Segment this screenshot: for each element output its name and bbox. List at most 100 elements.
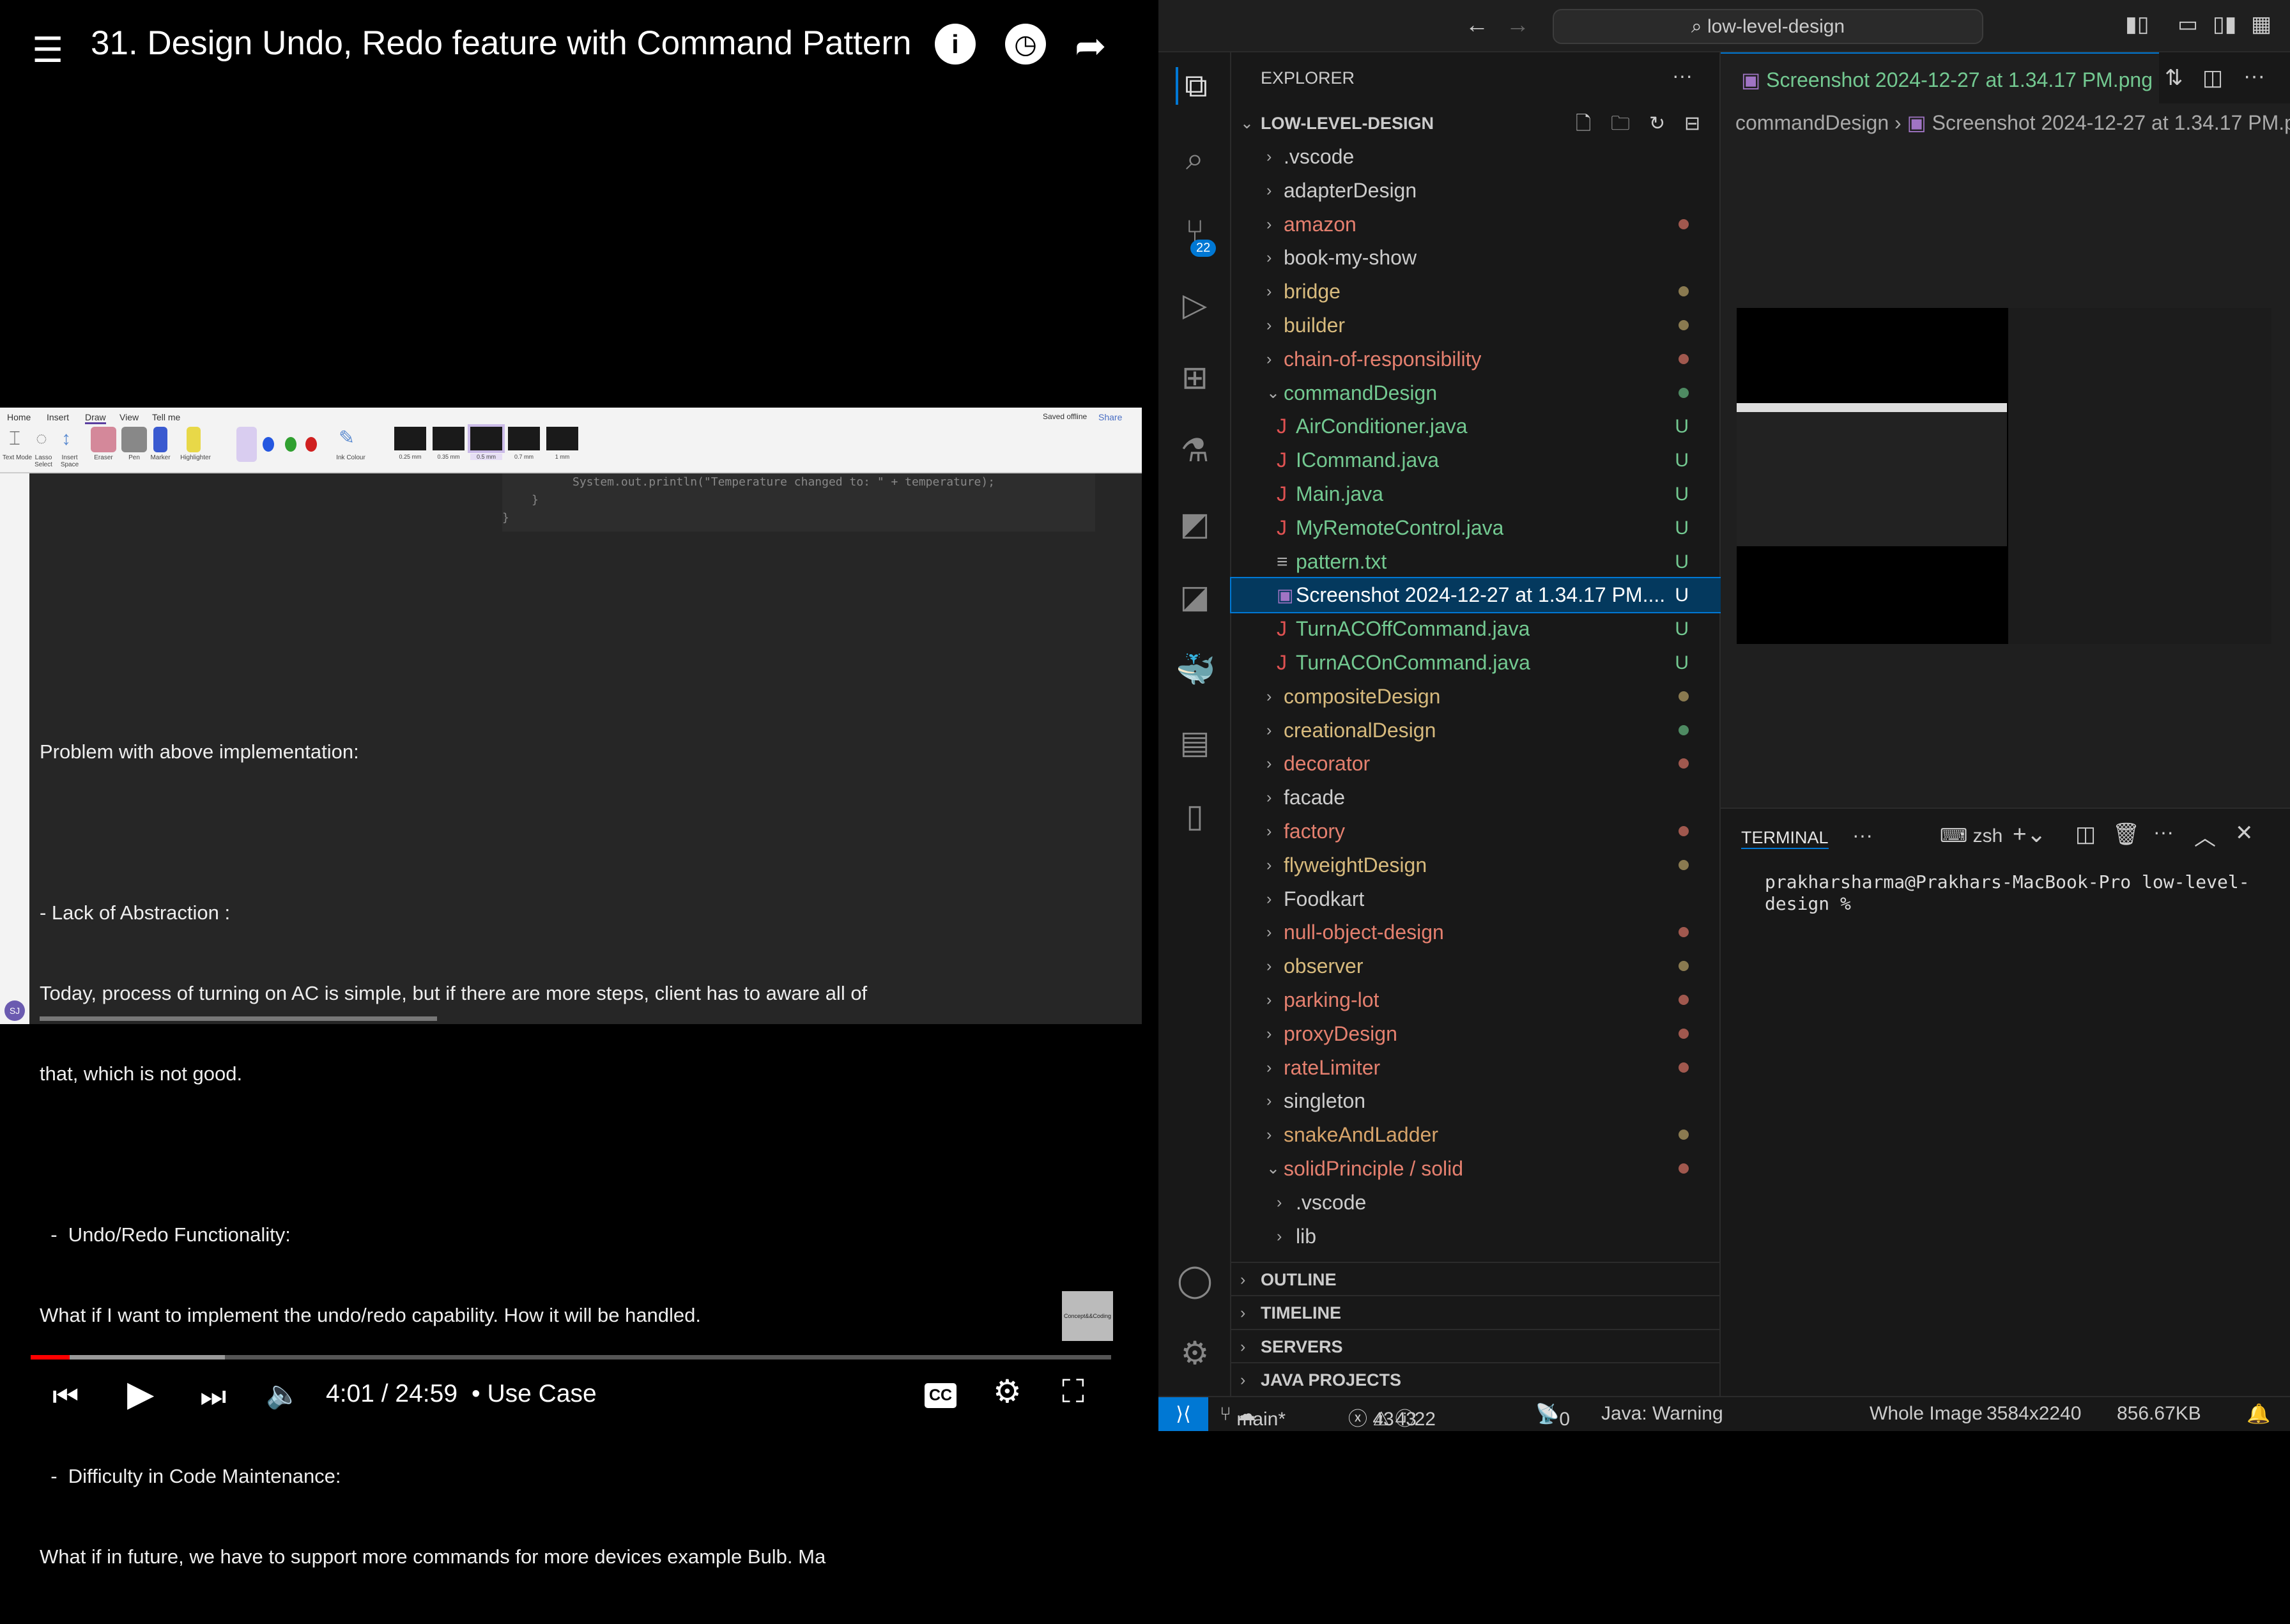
tree-item[interactable]: › amazon xyxy=(1231,208,1721,241)
search-icon[interactable]: ⌕ xyxy=(1176,140,1214,178)
toggle-secondary-sidebar-icon[interactable]: ▯▮ xyxy=(2213,11,2236,37)
panel-more-icon[interactable]: ··· xyxy=(1852,823,1873,847)
docker-icon[interactable]: 🐳 xyxy=(1176,651,1215,689)
manage-gear-icon[interactable]: ⚙ xyxy=(1176,1335,1214,1372)
workspace-root[interactable]: ⌄ LOW-LEVEL-DESIGN 🗋 🗀 ↻ ⊟ xyxy=(1231,107,1721,141)
tree-item[interactable]: › null-object-design xyxy=(1231,915,1721,949)
image-zoom[interactable]: Whole Image xyxy=(1870,1403,1983,1425)
eraser-tool[interactable] xyxy=(91,427,116,452)
tree-item[interactable]: ⌄ solidPrinciple / solid xyxy=(1231,1152,1721,1186)
close-panel-icon[interactable]: ✕ xyxy=(2235,820,2254,846)
section-servers[interactable]: › SERVERS xyxy=(1231,1329,1721,1363)
tree-item[interactable]: › adapterDesign xyxy=(1231,174,1721,208)
tree-item[interactable]: › .vscode xyxy=(1231,140,1721,174)
new-file-icon[interactable]: 🗋 xyxy=(1576,107,1591,141)
terminal-tab[interactable]: TERMINAL xyxy=(1741,828,1829,849)
tree-item[interactable]: J AirConditioner.java U xyxy=(1231,410,1721,443)
play-icon[interactable]: ▶ xyxy=(127,1373,154,1414)
color-swatch[interactable] xyxy=(305,437,317,452)
watch-later-icon[interactable]: ◷ xyxy=(1005,24,1046,65)
new-terminal-icon[interactable]: +⌄ xyxy=(2013,820,2047,848)
horizontal-scrollbar[interactable] xyxy=(40,1016,437,1021)
pen-size-selected[interactable] xyxy=(468,424,505,453)
remote-icon[interactable]: ⟩⟨ xyxy=(1158,1397,1208,1431)
toggle-panel-icon[interactable]: ▭ xyxy=(2178,11,2198,37)
tree-item[interactable]: › parking-lot xyxy=(1231,983,1721,1017)
pen-size[interactable] xyxy=(546,427,578,450)
tree-item[interactable]: › observer xyxy=(1231,949,1721,983)
section-timeline[interactable]: › TIMELINE xyxy=(1231,1295,1721,1329)
tree-item[interactable]: › proxyDesign xyxy=(1231,1017,1721,1051)
new-folder-icon[interactable]: 🗀 xyxy=(1611,107,1630,141)
color-swatch[interactable] xyxy=(236,427,257,462)
tree-item[interactable]: › factory xyxy=(1231,815,1721,848)
maximize-panel-icon[interactable]: ︿ xyxy=(2194,820,2216,852)
tree-item[interactable]: ⌄ commandDesign xyxy=(1231,376,1721,410)
tree-item[interactable]: › bridge xyxy=(1231,275,1721,309)
tree-item[interactable]: › flyweightDesign xyxy=(1231,848,1721,882)
color-swatch[interactable] xyxy=(263,437,274,452)
highlighter-tool[interactable] xyxy=(187,427,201,452)
tree-item[interactable]: ▣ Screenshot 2024-12-27 at 1.34.17 PM....… xyxy=(1230,577,1722,613)
terraform-cloud-icon[interactable]: ◪ xyxy=(1176,578,1214,615)
info-icon[interactable]: i xyxy=(935,24,976,65)
pen-size[interactable] xyxy=(394,427,426,450)
terraform-icon[interactable]: ◩ xyxy=(1176,505,1214,542)
next-icon[interactable]: ⏭ xyxy=(200,1379,226,1414)
ports-status[interactable]: 📡 0 xyxy=(1535,1403,1570,1430)
progress-bar[interactable] xyxy=(31,1355,1111,1360)
branch-status[interactable]: ⑂ main* ☁ xyxy=(1220,1403,1286,1430)
editor-tab[interactable]: ▣ Screenshot 2024-12-27 at 1.34.17 PM.pn… xyxy=(1721,52,2159,103)
video-player[interactable]: ☰ 31. Design Undo, Redo feature with Com… xyxy=(0,0,1158,1568)
explorer-icon[interactable]: ⧉ xyxy=(1176,67,1214,105)
section-java-projects[interactable]: › JAVA PROJECTS xyxy=(1231,1362,1721,1396)
color-swatch[interactable] xyxy=(285,437,296,452)
captions-icon[interactable]: CC xyxy=(925,1383,957,1408)
tree-item[interactable]: › rateLimiter xyxy=(1231,1051,1721,1085)
command-center-search[interactable]: ⌕ low-level-design xyxy=(1553,9,1983,44)
channel-watermark[interactable]: Concept&&Coding xyxy=(1062,1291,1113,1341)
tree-item[interactable]: J TurnACOffCommand.java U xyxy=(1231,612,1721,646)
tree-item[interactable]: J MyRemoteControl.java U xyxy=(1231,511,1721,545)
marker-tool[interactable] xyxy=(153,427,167,452)
tree-item[interactable]: › builder xyxy=(1231,309,1721,342)
section-outline[interactable]: › OUTLINE xyxy=(1231,1262,1721,1296)
previous-icon[interactable]: ⏮ xyxy=(52,1379,79,1414)
split-editor-icon[interactable]: ◫ xyxy=(2202,65,2223,91)
tree-item[interactable]: › facade xyxy=(1231,781,1721,815)
volume-icon[interactable]: 🔈 xyxy=(266,1379,300,1411)
tree-item[interactable]: › compositeDesign xyxy=(1231,680,1721,714)
split-terminal-icon[interactable]: ◫ xyxy=(2075,822,2096,847)
accounts-icon[interactable]: ◯ xyxy=(1176,1262,1214,1299)
pen-size[interactable] xyxy=(508,427,540,450)
tree-item[interactable]: › book-my-show xyxy=(1231,241,1721,275)
problems-status[interactable]: ⓧ 43 ⚠ 43 ⓘ 22 xyxy=(1348,1403,1436,1431)
queue-icon[interactable]: ☰ xyxy=(32,29,63,70)
tree-item[interactable]: › .vscode xyxy=(1231,1186,1721,1220)
tree-item[interactable]: J TurnACOnCommand.java U xyxy=(1231,646,1721,680)
tree-item[interactable]: J ICommand.java U xyxy=(1231,443,1721,477)
tree-item[interactable]: ≡ pattern.txt U xyxy=(1231,545,1721,579)
tree-item[interactable]: J Main.java U xyxy=(1231,477,1721,511)
tree-item[interactable]: › creationalDesign xyxy=(1231,714,1721,747)
ink-colour-icon[interactable]: ✎ xyxy=(339,427,355,449)
run-debug-icon[interactable]: ▷ xyxy=(1176,286,1214,323)
tree-item[interactable]: › lib xyxy=(1231,1220,1721,1253)
database-icon[interactable]: ▯ xyxy=(1176,797,1214,834)
pen-size[interactable] xyxy=(433,427,465,450)
notifications-bell-icon[interactable]: 🔔 xyxy=(2247,1403,2270,1425)
toggle-sidebar-icon[interactable]: ▮▯ xyxy=(2125,11,2149,37)
extensions-icon[interactable]: ⊞ xyxy=(1176,359,1214,396)
settings-icon[interactable]: ⚙ xyxy=(993,1373,1022,1410)
share-icon[interactable]: ➦ xyxy=(1075,24,1106,68)
tree-item[interactable]: › Foodkart xyxy=(1231,882,1721,916)
terminal-more-icon[interactable]: ··· xyxy=(2153,820,2174,844)
pen-tool[interactable] xyxy=(121,427,147,452)
tree-item[interactable]: › decorator xyxy=(1231,747,1721,781)
more-actions-icon[interactable]: ··· xyxy=(1672,64,1693,88)
back-icon[interactable]: ← xyxy=(1465,11,1489,38)
video-title[interactable]: 31. Design Undo, Redo feature with Comma… xyxy=(91,24,923,63)
java-status[interactable]: Java: Warning xyxy=(1601,1403,1723,1425)
remote-explorer-icon[interactable]: ▤ xyxy=(1176,724,1214,761)
open-changes-icon[interactable]: ⇅ xyxy=(2165,65,2183,91)
